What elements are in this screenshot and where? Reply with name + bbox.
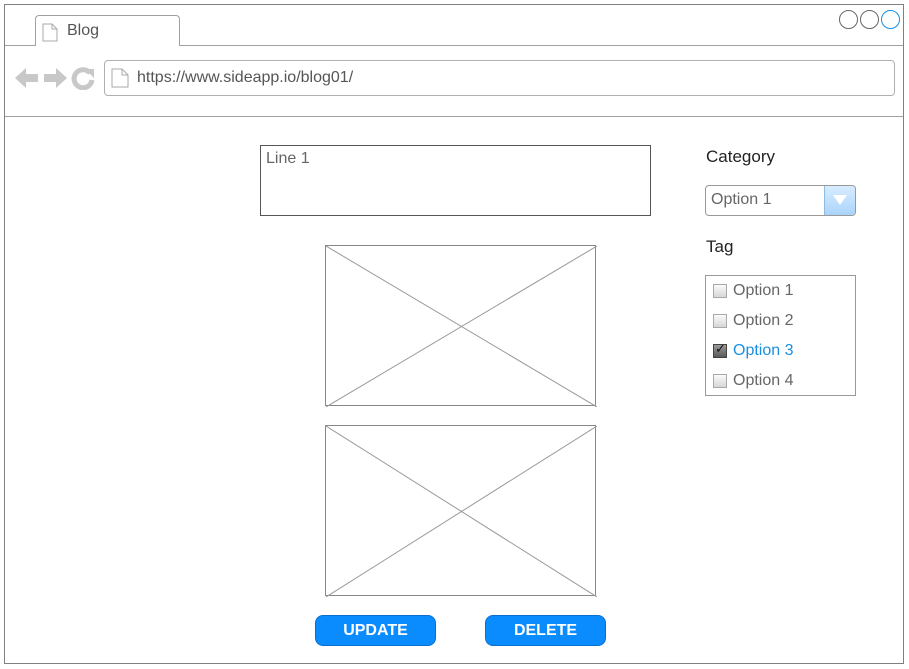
- reload-icon[interactable]: [71, 66, 95, 95]
- tab-bar: Blog: [5, 5, 903, 46]
- tag-option[interactable]: Option 4: [713, 371, 793, 391]
- checkbox-checked[interactable]: [713, 342, 727, 358]
- close-button[interactable]: [881, 10, 900, 29]
- browser-window: Blog https://www.sideapp.io/blog01/ Line…: [4, 4, 904, 664]
- window-controls: [839, 10, 900, 29]
- tab-title: Blog: [67, 22, 100, 39]
- tag-option[interactable]: Option 1: [713, 281, 793, 301]
- minimize-button[interactable]: [839, 10, 858, 29]
- maximize-button[interactable]: [860, 10, 879, 29]
- nav-controls: [15, 66, 95, 95]
- address-bar[interactable]: https://www.sideapp.io/blog01/: [104, 60, 895, 96]
- content-textarea[interactable]: Line 1: [260, 145, 651, 216]
- delete-button[interactable]: DELETE: [485, 615, 606, 646]
- tag-option-label: Option 4: [733, 372, 794, 389]
- checkbox[interactable]: [713, 374, 727, 388]
- category-select[interactable]: Option 1: [705, 185, 856, 216]
- browser-tab[interactable]: Blog: [35, 15, 180, 46]
- page-icon: [42, 23, 58, 47]
- category-selected-value: Option 1: [711, 191, 772, 208]
- back-arrow-icon[interactable]: [15, 67, 39, 94]
- tag-option[interactable]: Option 2: [713, 311, 793, 331]
- tag-option-label: Option 2: [733, 312, 794, 329]
- tag-option[interactable]: Option 3: [713, 341, 793, 361]
- tag-checkbox-list: Option 1 Option 2 Option 3 Option 4: [705, 275, 856, 396]
- checkbox[interactable]: [713, 284, 727, 298]
- page-icon: [111, 68, 129, 93]
- category-label: Category: [706, 147, 775, 166]
- tag-option-label: Option 3: [733, 342, 794, 359]
- url-text: https://www.sideapp.io/blog01/: [137, 69, 354, 86]
- textarea-value: Line 1: [266, 150, 310, 167]
- image-placeholder: [325, 425, 597, 597]
- update-button[interactable]: UPDATE: [315, 615, 436, 646]
- navigation-bar: https://www.sideapp.io/blog01/: [5, 46, 903, 117]
- checkbox[interactable]: [713, 314, 727, 328]
- dropdown-toggle[interactable]: [824, 186, 855, 215]
- tag-option-label: Option 1: [733, 282, 794, 299]
- image-placeholder: [325, 245, 597, 407]
- tag-label: Tag: [706, 237, 734, 256]
- forward-arrow-icon[interactable]: [43, 67, 67, 94]
